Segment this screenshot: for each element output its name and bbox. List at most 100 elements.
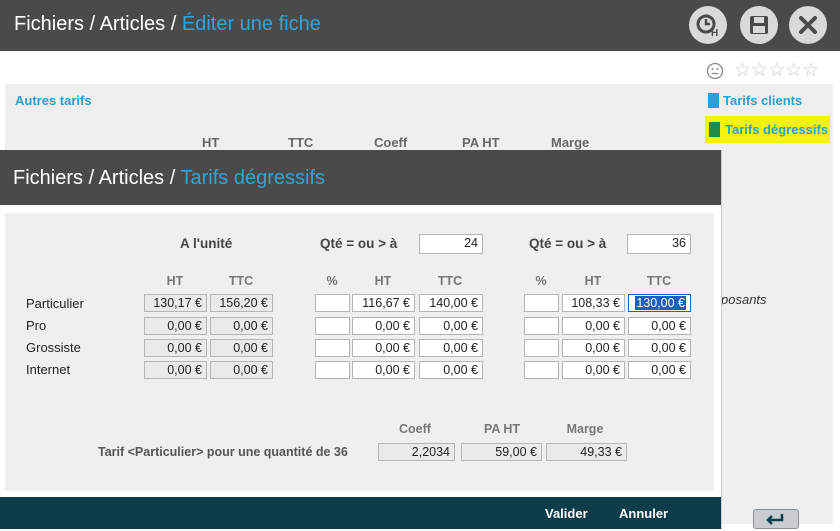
back-button[interactable] bbox=[753, 509, 799, 529]
col-ht-1: HT bbox=[374, 274, 392, 288]
summary-marge-header: Marge bbox=[566, 422, 604, 436]
price-ttc-1[interactable]: 0,00 € bbox=[419, 361, 483, 379]
price-ht-1[interactable]: 0,00 € bbox=[352, 361, 415, 379]
price-ht-1[interactable]: 0,00 € bbox=[352, 339, 415, 357]
annuler-button[interactable]: Annuler bbox=[619, 506, 668, 521]
tarifs-degressifs-dialog: Fichiers / Articles / Tarifs dégressifs … bbox=[0, 150, 722, 529]
dialog-title-bar: Fichiers / Articles / Tarifs dégressifs bbox=[0, 150, 721, 205]
price-ttc-1[interactable]: 140,00 € bbox=[419, 294, 483, 312]
return-arrow-icon bbox=[766, 514, 784, 525]
price-ttc-1[interactable]: 0,00 € bbox=[419, 317, 483, 335]
star-icon[interactable]: ☆ bbox=[785, 60, 802, 81]
col-header-coeff: Coeff bbox=[374, 135, 408, 150]
main-title-bar: Fichiers / Articles / Éditer une fiche H bbox=[0, 0, 840, 51]
price-ttc-unit[interactable]: 0,00 € bbox=[210, 361, 273, 379]
pct-input-1[interactable] bbox=[315, 317, 350, 335]
row-label: Grossiste bbox=[26, 340, 81, 355]
star-icon[interactable]: ☆ bbox=[802, 60, 819, 81]
tarifs-degressifs-link[interactable]: Tarifs dégressifs bbox=[705, 116, 830, 143]
row-label: Pro bbox=[26, 318, 47, 333]
breadcrumb-current: Éditer une fiche bbox=[181, 13, 321, 35]
price-ht-2[interactable]: 0,00 € bbox=[562, 339, 625, 357]
clock-hold-icon[interactable]: H bbox=[689, 6, 727, 44]
dialog-content: A l'unité Qté = ou > à 24 Qté = ou > à 3… bbox=[5, 213, 714, 491]
pct-input-2[interactable] bbox=[524, 339, 559, 357]
price-ttc-1[interactable]: 0,00 € bbox=[419, 339, 483, 357]
document-icon bbox=[708, 93, 719, 108]
col-ttc-2: TTC bbox=[646, 274, 672, 288]
svg-text:H: H bbox=[711, 28, 718, 38]
col-ttc-1: TTC bbox=[437, 274, 463, 288]
price-ht-1[interactable]: 116,67 € bbox=[352, 294, 415, 312]
price-ht-1[interactable]: 0,00 € bbox=[352, 317, 415, 335]
price-ttc-unit[interactable]: 156,20 € bbox=[210, 294, 273, 312]
document-icon bbox=[709, 122, 720, 137]
dialog-breadcrumb: Fichiers / Articles / Tarifs dégressifs bbox=[13, 167, 325, 190]
summary-pa-ht: 59,00 € bbox=[461, 443, 542, 461]
summary-pa-header: PA HT bbox=[483, 422, 521, 436]
qty-input-2[interactable]: 36 bbox=[627, 234, 691, 254]
pct-input-2[interactable] bbox=[524, 294, 559, 312]
price-ht-unit[interactable]: 0,00 € bbox=[144, 361, 207, 379]
price-ttc-2[interactable]: 0,00 € bbox=[628, 361, 691, 379]
summary-label: Tarif <Particulier> pour une quantité de… bbox=[98, 445, 348, 459]
price-ht-2[interactable]: 108,33 € bbox=[562, 294, 625, 312]
breadcrumb-articles[interactable]: Articles bbox=[100, 13, 166, 35]
breadcrumb-separator: / bbox=[89, 13, 96, 35]
qty-label-1: Qté = ou > à bbox=[320, 236, 398, 251]
save-icon[interactable] bbox=[740, 6, 778, 44]
breadcrumb-current: Tarifs dégressifs bbox=[180, 167, 326, 189]
breadcrumb-separator: / bbox=[169, 167, 176, 189]
price-ttc-2-selected[interactable]: 130,00 € bbox=[628, 294, 691, 312]
partial-text: posants bbox=[721, 292, 767, 307]
pct-input-1[interactable] bbox=[315, 361, 350, 379]
pct-input-1[interactable] bbox=[315, 339, 350, 357]
summary-coeff: 2,2034 bbox=[378, 443, 455, 461]
rating-stars[interactable]: ☆☆☆☆☆ bbox=[734, 59, 819, 82]
col-ht-2: HT bbox=[584, 274, 602, 288]
row-label: Particulier bbox=[26, 296, 84, 311]
price-ttc-unit[interactable]: 0,00 € bbox=[210, 339, 273, 357]
main-breadcrumb: Fichiers / Articles / Éditer une fiche bbox=[14, 13, 321, 36]
tarifs-degressifs-label: Tarifs dégressifs bbox=[725, 122, 829, 137]
price-ttc-unit[interactable]: 0,00 € bbox=[210, 317, 273, 335]
col-ht-unit: HT bbox=[166, 274, 184, 288]
pct-input-1[interactable] bbox=[315, 294, 350, 312]
breadcrumb-fichiers[interactable]: Fichiers bbox=[13, 167, 83, 189]
row-label: Internet bbox=[26, 362, 71, 377]
summary-coeff-header: Coeff bbox=[399, 422, 431, 436]
qty-input-1[interactable]: 24 bbox=[419, 234, 483, 254]
breadcrumb-separator: / bbox=[88, 167, 95, 189]
col-ttc-unit: TTC bbox=[228, 274, 254, 288]
col-pct-2: % bbox=[535, 274, 547, 288]
breadcrumb-articles[interactable]: Articles bbox=[99, 167, 165, 189]
price-ht-2[interactable]: 0,00 € bbox=[562, 317, 625, 335]
close-icon[interactable] bbox=[789, 6, 827, 44]
star-icon[interactable]: ☆ bbox=[734, 60, 751, 81]
price-ht-unit[interactable]: 130,17 € bbox=[144, 294, 207, 312]
tarifs-clients-link[interactable]: Tarifs clients bbox=[708, 93, 802, 108]
summary-marge: 49,33 € bbox=[546, 443, 627, 461]
breadcrumb-fichiers[interactable]: Fichiers bbox=[14, 13, 84, 35]
price-ht-unit[interactable]: 0,00 € bbox=[144, 317, 207, 335]
price-ttc-2[interactable]: 0,00 € bbox=[628, 339, 691, 357]
pct-input-2[interactable] bbox=[524, 317, 559, 335]
section-title: Autres tarifs bbox=[15, 93, 92, 108]
pct-input-2[interactable] bbox=[524, 361, 559, 379]
tarifs-clients-label: Tarifs clients bbox=[723, 93, 803, 108]
price-ht-unit[interactable]: 0,00 € bbox=[144, 339, 207, 357]
qty-label-2: Qté = ou > à bbox=[529, 236, 607, 251]
star-icon[interactable]: ☆ bbox=[768, 60, 785, 81]
selected-value: 130,00 € bbox=[635, 296, 686, 310]
star-icon[interactable]: ☆ bbox=[751, 60, 768, 81]
col-header-ttc: TTC bbox=[288, 135, 314, 150]
smiley-icon[interactable] bbox=[706, 62, 724, 83]
breadcrumb-separator: / bbox=[170, 13, 177, 35]
col-header-ht: HT bbox=[202, 135, 220, 150]
price-ht-2[interactable]: 0,00 € bbox=[562, 361, 625, 379]
unit-header: A l'unité bbox=[180, 236, 233, 251]
col-header-pa-ht: PA HT bbox=[462, 135, 500, 150]
col-header-marge: Marge bbox=[551, 135, 590, 150]
price-ttc-2[interactable]: 0,00 € bbox=[628, 317, 691, 335]
valider-button[interactable]: Valider bbox=[545, 506, 588, 521]
